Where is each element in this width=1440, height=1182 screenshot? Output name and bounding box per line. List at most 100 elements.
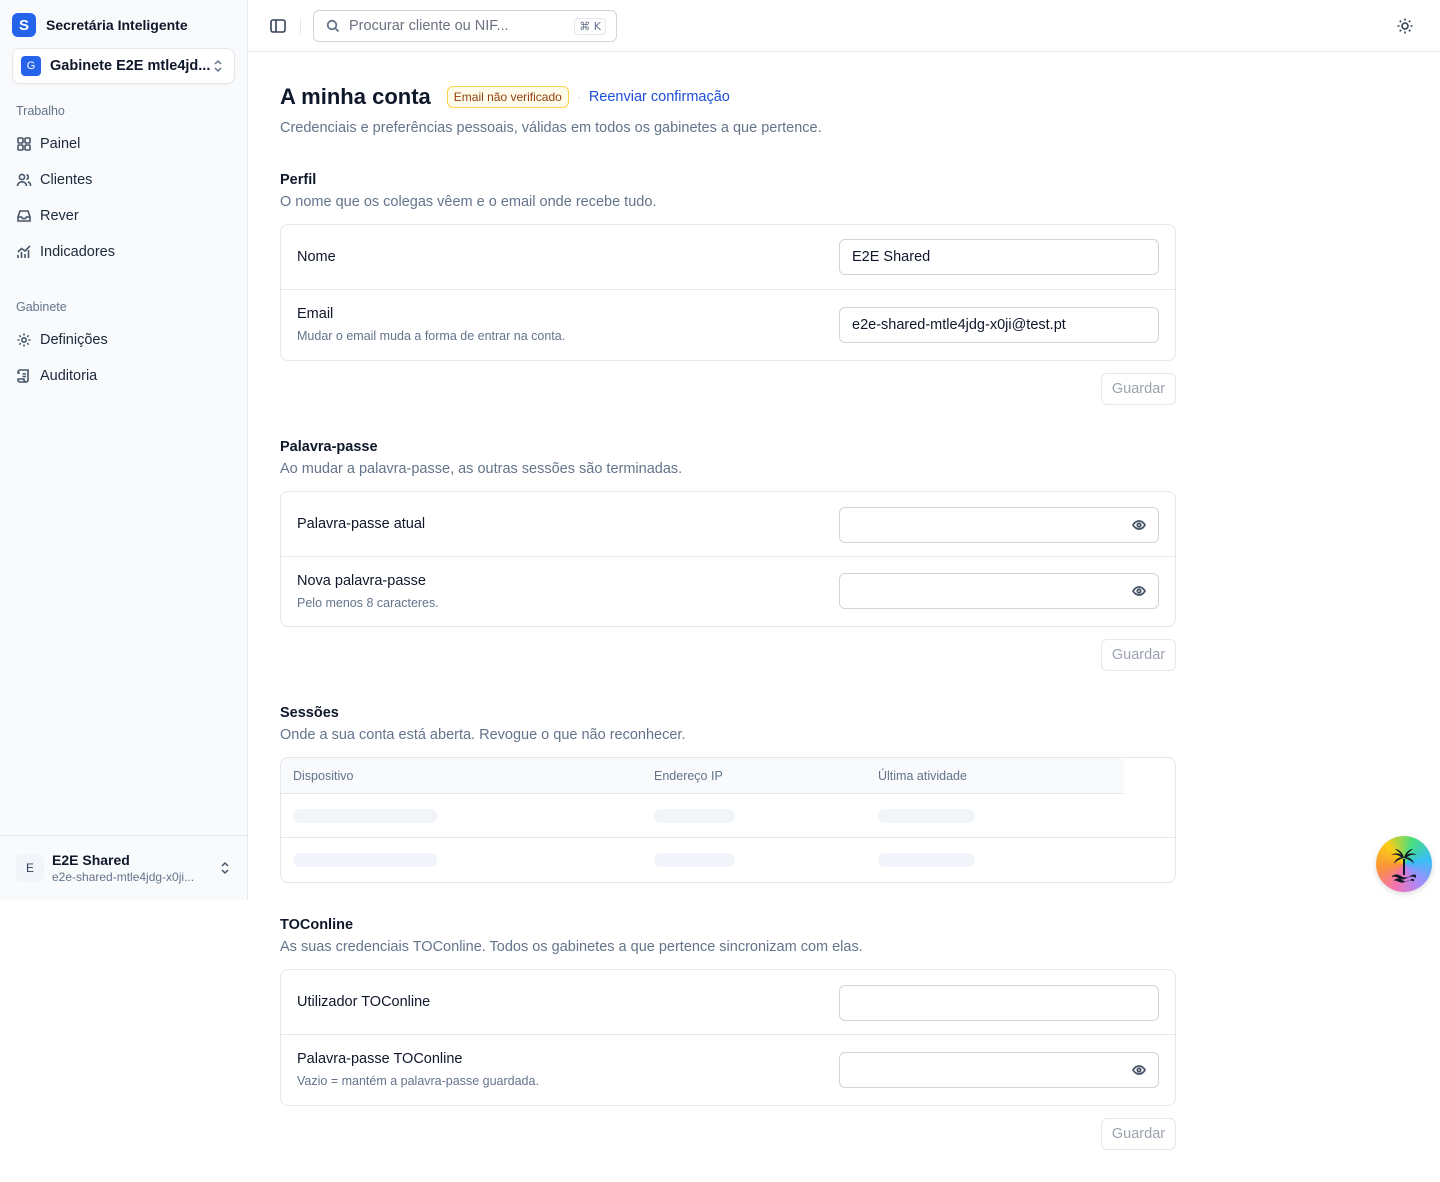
email-input[interactable] [852, 317, 1146, 333]
page-header: A minha conta Email não verificado · Ree… [280, 84, 730, 110]
sidebar-item-label: Auditoria [40, 368, 98, 384]
toconline-password-hint: Vazio = mantém a palavra-passe guardada. [297, 1074, 539, 1088]
resend-confirmation-link[interactable]: Reenviar confirmação [589, 89, 730, 105]
chart-icon [17, 245, 31, 258]
palm-tree-icon [1391, 849, 1417, 883]
sidebar-item-painel[interactable]: Painel [8, 128, 238, 160]
sidebar-item-auditoria[interactable]: Auditoria [8, 360, 238, 392]
email-field[interactable] [839, 307, 1159, 343]
toconline-user-input[interactable] [852, 995, 1146, 1011]
chevrons-up-down-icon [221, 861, 229, 875]
user-email: e2e-shared-mtle4jdg-x0ji... [52, 870, 195, 884]
chevrons-up-down-icon [214, 59, 222, 73]
section-title-profile: Perfil [280, 172, 317, 188]
sun-icon[interactable] [1396, 17, 1414, 35]
skeleton-placeholder [654, 809, 735, 823]
section-title-sessions: Sessões [280, 705, 339, 721]
new-password-row: Nova palavra-passe Pelo menos 8 caracter… [281, 557, 1175, 626]
column-header-ip: Endereço IP [654, 769, 723, 783]
sidebar-item-label: Rever [40, 208, 79, 224]
section-desc-password: Ao mudar a palavra-passe, as outras sess… [280, 461, 683, 477]
sessions-table: Dispositivo Endereço IP Última atividade [280, 757, 1176, 883]
toconline-password-input[interactable] [852, 1062, 1132, 1078]
nav-group-work: Trabalho [16, 104, 65, 118]
skeleton-placeholder [293, 853, 437, 867]
dot-separator: · [576, 90, 581, 104]
brand-name: Secretária Inteligente [46, 17, 188, 33]
section-title-toconline: TOConline [280, 917, 354, 933]
section-desc-sessions: Onde a sua conta está aberta. Revogue o … [280, 727, 686, 743]
floating-assistant-button[interactable] [1376, 836, 1432, 892]
skeleton-placeholder [293, 809, 437, 823]
sidebar-item-label: Painel [40, 136, 81, 152]
current-password-label: Palavra-passe atual [297, 516, 426, 532]
sidebar: S Secretária Inteligente G Gabinete E2E … [0, 0, 248, 900]
column-header-last-activity: Última atividade [878, 769, 967, 783]
eye-icon[interactable] [1132, 1063, 1146, 1077]
save-password-button[interactable]: Guardar [1101, 639, 1176, 671]
toconline-password-row: Palavra-passe TOConline Vazio = mantém a… [281, 1035, 1175, 1105]
name-input[interactable] [852, 249, 1146, 265]
toconline-user-label: Utilizador TOConline [297, 994, 431, 1010]
shortcut-hint: ⌘ K [574, 17, 606, 35]
toconline-user-field[interactable] [839, 985, 1159, 1021]
skeleton-placeholder [654, 853, 735, 867]
page-title: A minha conta [280, 84, 431, 109]
section-desc-profile: O nome que os colegas vêem e o email ond… [280, 194, 657, 210]
new-password-field[interactable] [839, 573, 1159, 609]
new-password-hint: Pelo menos 8 caracteres. [297, 596, 439, 610]
avatar: E [16, 854, 44, 882]
skeleton-placeholder [878, 809, 975, 823]
toconline-password-label: Palavra-passe TOConline [297, 1051, 463, 1067]
user-menu[interactable]: E E2E Shared e2e-shared-mtle4jdg-x0ji... [0, 835, 247, 900]
inbox-icon [17, 210, 31, 222]
sidebar-item-clientes[interactable]: Clientes [8, 164, 238, 196]
users-icon [16, 173, 32, 187]
sidebar-toggle-icon[interactable] [269, 17, 287, 35]
search-icon [326, 19, 340, 33]
profile-name-row: Nome [281, 225, 1175, 290]
password-card: Palavra-passe atual Nova palavra-passe P… [280, 491, 1176, 627]
skeleton-placeholder [878, 853, 975, 867]
section-title-password: Palavra-passe [280, 439, 378, 455]
save-toconline-button[interactable]: Guardar [1101, 1118, 1176, 1150]
divider [300, 18, 301, 34]
org-avatar: G [21, 56, 41, 76]
sidebar-item-definicoes[interactable]: Definições [8, 324, 238, 356]
column-header-device: Dispositivo [293, 769, 354, 783]
sidebar-item-label: Clientes [40, 172, 93, 188]
email-label: Email [297, 306, 334, 322]
toconline-card: Utilizador TOConline Palavra-passe TOCon… [280, 969, 1176, 1106]
sidebar-item-rever[interactable]: Rever [8, 200, 238, 232]
sidebar-item-indicadores[interactable]: Indicadores [8, 236, 238, 268]
current-password-field[interactable] [839, 507, 1159, 543]
name-field[interactable] [839, 239, 1159, 275]
toconline-password-field[interactable] [839, 1052, 1159, 1088]
brand[interactable]: S Secretária Inteligente [12, 13, 188, 37]
current-password-input[interactable] [852, 517, 1132, 533]
org-switcher[interactable]: G Gabinete E2E mtle4jd... [12, 48, 235, 84]
row-divider [281, 837, 1175, 838]
save-profile-button[interactable]: Guardar [1101, 373, 1176, 405]
new-password-input[interactable] [852, 583, 1132, 599]
section-desc-toconline: As suas credenciais TOConline. Todos os … [280, 939, 863, 955]
org-name: Gabinete E2E mtle4jd... [50, 58, 211, 74]
scroll-icon [17, 369, 29, 383]
profile-card: Nome Email Mudar o email muda a forma de… [280, 224, 1176, 361]
page-subtitle: Credenciais e preferências pessoais, vál… [280, 120, 822, 136]
current-password-row: Palavra-passe atual [281, 492, 1175, 557]
sidebar-item-label: Indicadores [40, 244, 115, 260]
nav-group-office: Gabinete [16, 300, 67, 314]
eye-icon[interactable] [1132, 584, 1146, 598]
profile-email-row: Email Mudar o email muda a forma de entr… [281, 290, 1175, 360]
sidebar-item-label: Definições [40, 332, 108, 348]
toconline-user-row: Utilizador TOConline [281, 970, 1175, 1035]
gear-icon [17, 333, 31, 347]
search-input[interactable] [349, 18, 575, 34]
grid-icon [17, 137, 31, 151]
new-password-label: Nova palavra-passe [297, 573, 426, 589]
topbar: ⌘ K [248, 0, 1440, 52]
search-box[interactable]: ⌘ K [313, 10, 617, 42]
email-hint: Mudar o email muda a forma de entrar na … [297, 329, 566, 343]
eye-icon[interactable] [1132, 518, 1146, 532]
